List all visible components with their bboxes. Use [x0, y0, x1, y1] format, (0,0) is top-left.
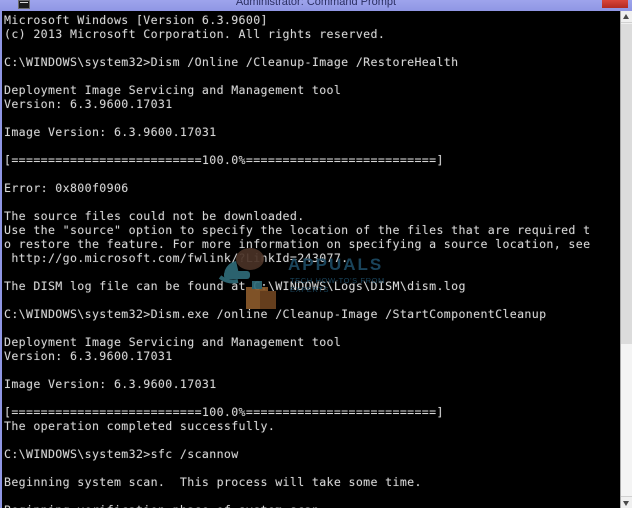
console-line: Image Version: 6.3.9600.17031 [4, 125, 217, 139]
console-line: Error: 0x800f0906 [4, 181, 129, 195]
chevron-down-icon [623, 501, 629, 506]
close-button[interactable] [602, 0, 628, 8]
console-output-area[interactable]: Microsoft Windows [Version 6.3.9600] (c) … [2, 11, 620, 508]
console-line: Microsoft Windows [Version 6.3.9600] [4, 13, 268, 27]
console-line: o restore the feature. For more informat… [4, 237, 591, 251]
console-line: The source files could not be downloaded… [4, 209, 305, 223]
console-line: Use the "source" option to specify the l… [4, 223, 591, 237]
console-line: (c) 2013 Microsoft Corporation. All righ… [4, 27, 386, 41]
console-line: C:\WINDOWS\system32>Dism.exe /online /Cl… [4, 307, 547, 321]
console-line: [==========================100.0%=======… [4, 153, 444, 167]
window-title: Administrator: Command Prompt [235, 0, 397, 8]
console-line: Version: 6.3.9600.17031 [4, 349, 173, 363]
title-bar[interactable]: Administrator: Command Prompt [0, 0, 632, 11]
scroll-up-arrow-icon[interactable] [621, 11, 632, 23]
console-line: Image Version: 6.3.9600.17031 [4, 377, 217, 391]
console-line: http://go.microsoft.com/fwlink/?LinkId=2… [4, 251, 349, 265]
scrollbar-track[interactable] [621, 344, 632, 496]
console-line: Beginning verification phase of system s… [4, 503, 620, 508]
console-line: The operation completed successfully. [4, 419, 276, 433]
scrollbar-thumb[interactable] [621, 24, 632, 344]
console-line: Deployment Image Servicing and Managemen… [4, 83, 342, 97]
console-line: Version: 6.3.9600.17031 [4, 97, 173, 111]
scroll-down-arrow-icon[interactable] [621, 496, 632, 508]
chevron-up-icon [623, 14, 629, 19]
console-line: C:\WINDOWS\system32>sfc /scannow [4, 447, 239, 461]
console-line: Beginning system scan. This process will… [4, 475, 422, 489]
vertical-scrollbar[interactable] [620, 11, 632, 508]
console-line: The DISM log file can be found at C:\WIN… [4, 279, 466, 293]
console-line: C:\WINDOWS\system32>Dism /Online /Cleanu… [4, 55, 459, 69]
console-line-list: Microsoft Windows [Version 6.3.9600] (c) … [4, 13, 620, 508]
command-prompt-window: Administrator: Command Prompt Microsoft … [0, 0, 632, 508]
console-line: Deployment Image Servicing and Managemen… [4, 335, 342, 349]
console-line: [==========================100.0%=======… [4, 405, 444, 419]
